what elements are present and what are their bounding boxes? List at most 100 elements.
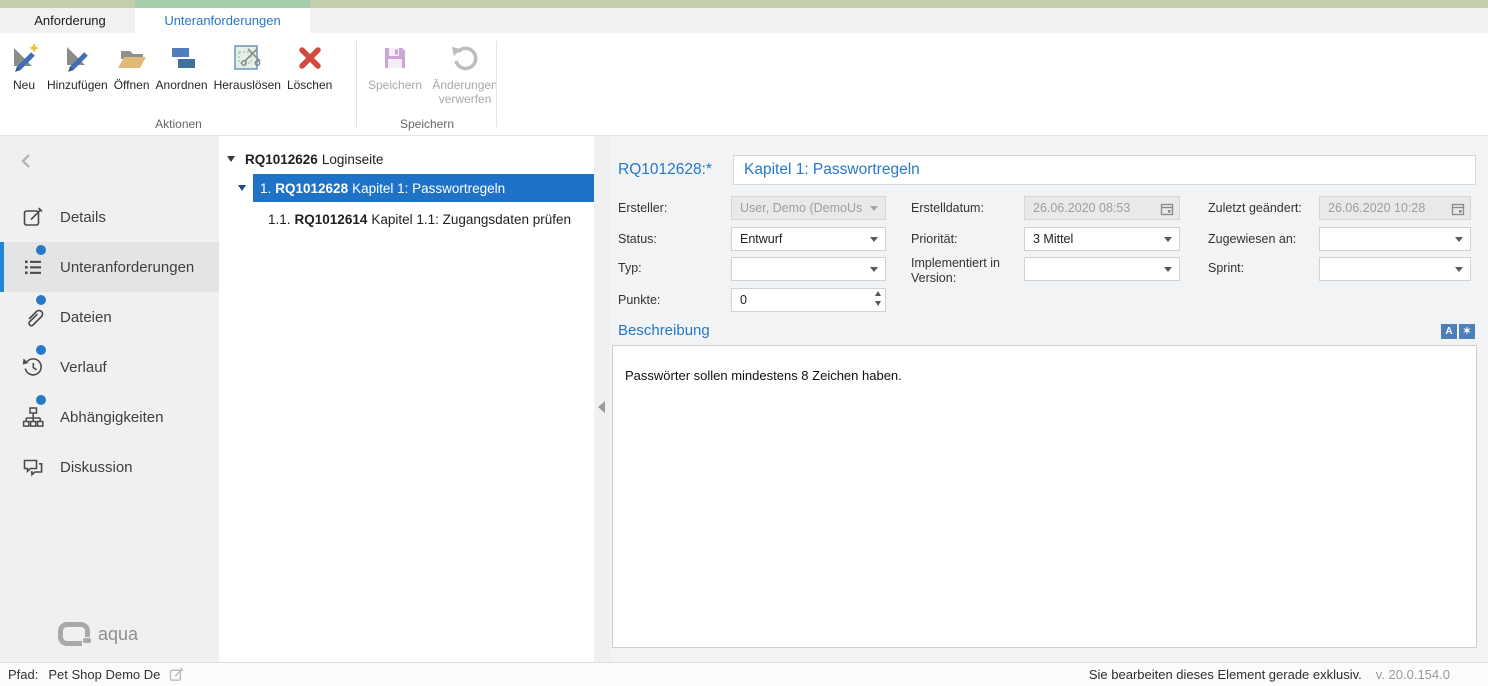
translate-a-icon[interactable]: A bbox=[1441, 324, 1457, 339]
oeffnen-button[interactable]: Öffnen bbox=[111, 40, 153, 93]
loeschen-button[interactable]: Löschen bbox=[284, 40, 335, 93]
beschreibung-header: Beschreibung bbox=[618, 322, 710, 339]
sprint-label: Sprint: bbox=[1208, 261, 1316, 276]
spinner-arrows-icon[interactable] bbox=[875, 291, 881, 306]
hierarchy-icon bbox=[20, 404, 46, 430]
tree-row-id: RQ1012626 bbox=[245, 152, 318, 167]
sidebar-item-dateien[interactable]: Dateien bbox=[0, 292, 219, 342]
typ-label: Typ: bbox=[618, 261, 726, 276]
panel-splitter[interactable] bbox=[594, 136, 610, 662]
punkte-stepper[interactable]: 0 bbox=[731, 288, 886, 312]
neu-button-label: Neu bbox=[13, 79, 35, 93]
badge-dot bbox=[36, 295, 46, 305]
tree-selection[interactable]: 1.RQ1012628Kapitel 1: Passwortregeln bbox=[253, 174, 594, 202]
zuletzt-geaendert-value: 26.06.2020 10:28 bbox=[1328, 201, 1425, 215]
app-window: Anforderung Unteranforderungen Neu bbox=[0, 0, 1488, 686]
undo-arrow-icon bbox=[448, 40, 482, 76]
translate-buttons: A ✶ bbox=[1441, 324, 1475, 339]
chevron-left-icon bbox=[16, 150, 38, 172]
add-pen-icon bbox=[60, 40, 94, 76]
zuletzt-geaendert-field[interactable]: 26.06.2020 10:28 bbox=[1319, 196, 1471, 220]
aqua-logo-icon bbox=[58, 622, 90, 646]
speichern-button[interactable]: Speichern bbox=[365, 40, 425, 93]
tab-bar: Anforderung Unteranforderungen bbox=[0, 8, 1488, 33]
detail-panel: RQ1012628:* Ersteller: User, Demo (DemoU… bbox=[610, 136, 1488, 662]
tree-row-title: Loginseite bbox=[322, 152, 384, 167]
beschreibung-text: Passwörter sollen mindestens 8 Zeichen h… bbox=[625, 368, 902, 383]
exclusive-edit-message: Sie bearbeiten dieses Element gerade exk… bbox=[1089, 667, 1362, 682]
tree-row-title: Kapitel 1: Passwortregeln bbox=[352, 181, 505, 196]
neu-button[interactable]: Neu bbox=[4, 40, 44, 93]
badge-dot bbox=[36, 245, 46, 255]
anordnen-button[interactable]: Anordnen bbox=[153, 40, 211, 93]
delete-x-icon bbox=[293, 40, 327, 76]
status-select[interactable]: Entwurf bbox=[731, 227, 886, 251]
tree-row-selected[interactable]: 1.RQ1012628Kapitel 1: Passwortregeln bbox=[219, 174, 594, 202]
status-label: Status: bbox=[618, 232, 726, 247]
badge-dot bbox=[36, 395, 46, 405]
list-icon bbox=[20, 254, 46, 280]
ribbon-group-speichern: Speichern Änderungen verwerfen Speichern bbox=[357, 33, 497, 135]
save-floppy-icon bbox=[378, 40, 412, 76]
tree-row[interactable]: 1.1.RQ1012614Kapitel 1.1: Zugangsdaten p… bbox=[219, 206, 594, 232]
ribbon-group-aktionen: Neu Hinzufügen bbox=[0, 33, 357, 135]
chevron-down-icon bbox=[1455, 237, 1463, 242]
edit-path-icon[interactable] bbox=[168, 666, 185, 683]
ersteller-value: User, Demo (DemoUs ... bbox=[740, 201, 865, 215]
tab-unteranforderungen[interactable]: Unteranforderungen bbox=[135, 8, 310, 33]
aenderungen-verwerfen-button[interactable]: Änderungen verwerfen bbox=[425, 40, 505, 107]
zugewiesen-an-select[interactable] bbox=[1319, 227, 1471, 251]
loeschen-button-label: Löschen bbox=[287, 79, 332, 93]
sidebar-item-abhaengigkeiten[interactable]: Abhängigkeiten bbox=[0, 392, 219, 442]
sidebar-item-verlauf[interactable]: Verlauf bbox=[0, 342, 219, 392]
open-folder-icon bbox=[115, 40, 149, 76]
sidebar-item-diskussion[interactable]: Diskussion bbox=[0, 442, 219, 492]
aqua-logo-text: aqua bbox=[98, 624, 138, 645]
beschreibung-editor[interactable]: Passwörter sollen mindestens 8 Zeichen h… bbox=[612, 345, 1477, 648]
collapse-left-icon[interactable] bbox=[598, 401, 605, 413]
anordnen-button-label: Anordnen bbox=[156, 79, 208, 93]
extract-scissors-icon bbox=[230, 40, 264, 76]
sidebar-collapse-button[interactable] bbox=[16, 150, 38, 172]
chevron-down-icon bbox=[870, 267, 878, 272]
implementiert-in-version-select[interactable] bbox=[1024, 257, 1180, 281]
title-input[interactable] bbox=[733, 155, 1476, 185]
chevron-down-icon bbox=[1164, 267, 1172, 272]
translate-lang-icon[interactable]: ✶ bbox=[1459, 324, 1475, 339]
ribbon: Neu Hinzufügen bbox=[0, 33, 1488, 136]
sidebar-item-details[interactable]: Details bbox=[0, 192, 219, 242]
hinzufuegen-button[interactable]: Hinzufügen bbox=[44, 40, 111, 93]
status-bar: Pfad: Pet Shop Demo De Sie bearbeiten di… bbox=[0, 662, 1488, 686]
expander-icon[interactable] bbox=[238, 185, 246, 191]
sidebar-item-unteranforderungen[interactable]: Unteranforderungen bbox=[0, 242, 219, 292]
punkte-label: Punkte: bbox=[618, 293, 726, 308]
expander-icon[interactable] bbox=[227, 156, 235, 162]
active-tab-accent bbox=[135, 0, 310, 8]
version-label: v. 20.0.154.0 bbox=[1376, 667, 1450, 682]
prioritaet-select[interactable]: 3 Mittel bbox=[1024, 227, 1180, 251]
herausloesen-button-label: Herauslösen bbox=[214, 79, 281, 93]
sprint-select[interactable] bbox=[1319, 257, 1471, 281]
erstelldatum-field[interactable]: 26.06.2020 08:53 bbox=[1024, 196, 1180, 220]
history-clock-icon bbox=[20, 354, 46, 380]
tree-row[interactable]: RQ1012626 Loginseite bbox=[219, 146, 594, 172]
prioritaet-label: Priorität: bbox=[911, 232, 1015, 247]
aqua-logo: aqua bbox=[58, 622, 138, 646]
typ-select[interactable] bbox=[731, 257, 886, 281]
requirement-id-label: RQ1012628:* bbox=[618, 155, 712, 185]
chevron-down-icon bbox=[1164, 237, 1172, 242]
tab-anforderung[interactable]: Anforderung bbox=[5, 8, 135, 33]
status-value: Entwurf bbox=[740, 232, 782, 246]
arrange-rectangles-icon bbox=[165, 40, 199, 76]
tree-row-id: RQ1012614 bbox=[295, 212, 368, 227]
implementiert-in-version-label: Implementiert in Version: bbox=[911, 256, 1009, 286]
herausloesen-button[interactable]: Herauslösen bbox=[211, 40, 284, 93]
calendar-icon bbox=[1451, 202, 1465, 216]
badge-dot bbox=[36, 345, 46, 355]
punkte-value: 0 bbox=[740, 293, 747, 307]
ersteller-select[interactable]: User, Demo (DemoUs ... bbox=[731, 196, 886, 220]
edit-pencil-icon bbox=[20, 204, 46, 230]
requirements-tree: RQ1012626 Loginseite 1.RQ1012628Kapitel 1… bbox=[219, 136, 594, 662]
sidebar-item-label: Verlauf bbox=[60, 359, 107, 376]
tree-row-number: 1. bbox=[260, 181, 271, 196]
